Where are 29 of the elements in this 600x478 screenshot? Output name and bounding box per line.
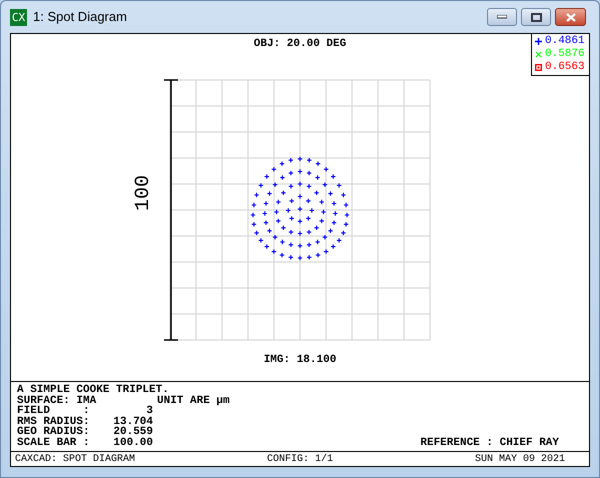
app-icon: CX [10, 8, 27, 26]
window-title: 1: Spot Diagram [33, 8, 128, 26]
wavelength-label: 0.6563 [545, 61, 585, 74]
unit-label: UNIT ARE µm [157, 396, 230, 406]
info-value: 3 [146, 406, 153, 416]
wavelength-label: 0.5876 [545, 48, 585, 61]
config-label: CONFIG: 1/1 [266, 452, 333, 466]
info-label: SCALE BAR : [17, 438, 91, 448]
minimize-icon [497, 15, 507, 19]
close-icon [566, 12, 576, 22]
minimize-button[interactable] [487, 8, 517, 26]
close-button[interactable] [555, 8, 586, 26]
info-value: 20.559 [112, 427, 153, 438]
info-label: RMS RADIUS: [17, 416, 91, 427]
footer-title: CAXCAD: SPOT DIAGRAM [15, 452, 136, 466]
reference-label: REFERENCE : CHIEF RAY [420, 438, 559, 448]
info-label: FIELD : [17, 406, 91, 416]
date-label: SUN MAY 09 2021 [474, 452, 566, 466]
surface-label: SURFACE: IMA [17, 396, 98, 406]
restore-button[interactable] [521, 8, 551, 26]
info-value: 100.00 [112, 438, 153, 448]
restore-icon [530, 12, 542, 22]
wavelength-label: 0.4861 [545, 35, 585, 48]
plot-title: OBJ: 20.00 DEG [254, 38, 346, 51]
scale-bar-label: 100 [132, 174, 156, 213]
info-label: GEO RADIUS: [17, 427, 91, 438]
image-height-label: IMG: 18.100 [264, 354, 336, 367]
info-value: 13.704 [112, 416, 153, 427]
system-title: A SIMPLE COOKE TRIPLET. [17, 385, 169, 396]
